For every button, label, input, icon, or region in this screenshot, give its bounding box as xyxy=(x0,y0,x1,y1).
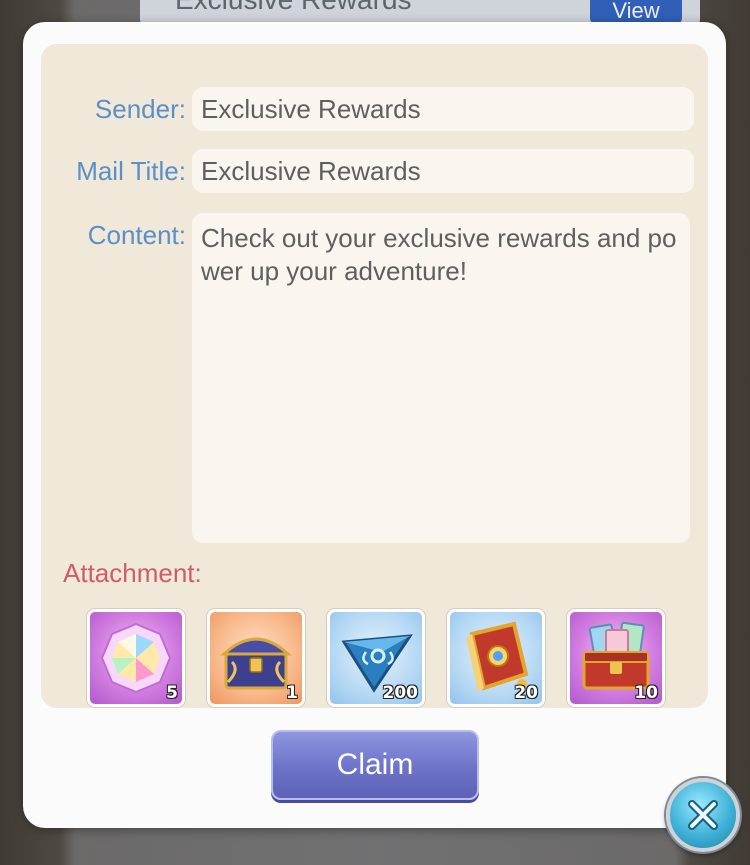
claim-button[interactable]: Claim xyxy=(271,730,479,800)
content-label: Content: xyxy=(87,220,186,250)
mail-title-field: Exclusive Rewards xyxy=(191,148,695,194)
close-x-icon xyxy=(688,800,718,830)
mail-detail-dialog: Sender: Exclusive Rewards Mail Title: Ex… xyxy=(23,22,726,828)
mail-title-label: Mail Title: xyxy=(76,156,186,186)
close-button[interactable] xyxy=(666,778,740,852)
attachment-list: 5 1 200 20 10 xyxy=(87,609,667,709)
attachment-quantity: 10 xyxy=(634,683,658,703)
attachment-item-crystal[interactable]: 200 xyxy=(327,609,425,707)
attachment-item-chest[interactable]: 1 xyxy=(207,609,305,707)
sender-label: Sender: xyxy=(94,94,186,124)
mail-content-panel: Sender: Exclusive Rewards Mail Title: Ex… xyxy=(41,44,708,708)
attachment-quantity: 20 xyxy=(514,683,538,703)
background-mail-title: Exclusive Rewards xyxy=(175,0,412,16)
attachment-quantity: 1 xyxy=(286,683,298,703)
background-view-button: View xyxy=(590,0,682,24)
attachment-label: Attachment: xyxy=(63,558,202,588)
content-field[interactable]: Check out your exclusive rewards and pow… xyxy=(191,212,691,544)
attachment-item-book[interactable]: 20 xyxy=(447,609,545,707)
attachment-quantity: 200 xyxy=(382,683,419,703)
attachment-item-card-chest[interactable]: 10 xyxy=(567,609,665,707)
attachment-quantity: 5 xyxy=(166,683,178,703)
attachment-item-gem[interactable]: 5 xyxy=(87,609,185,707)
sender-field: Exclusive Rewards xyxy=(191,86,695,132)
